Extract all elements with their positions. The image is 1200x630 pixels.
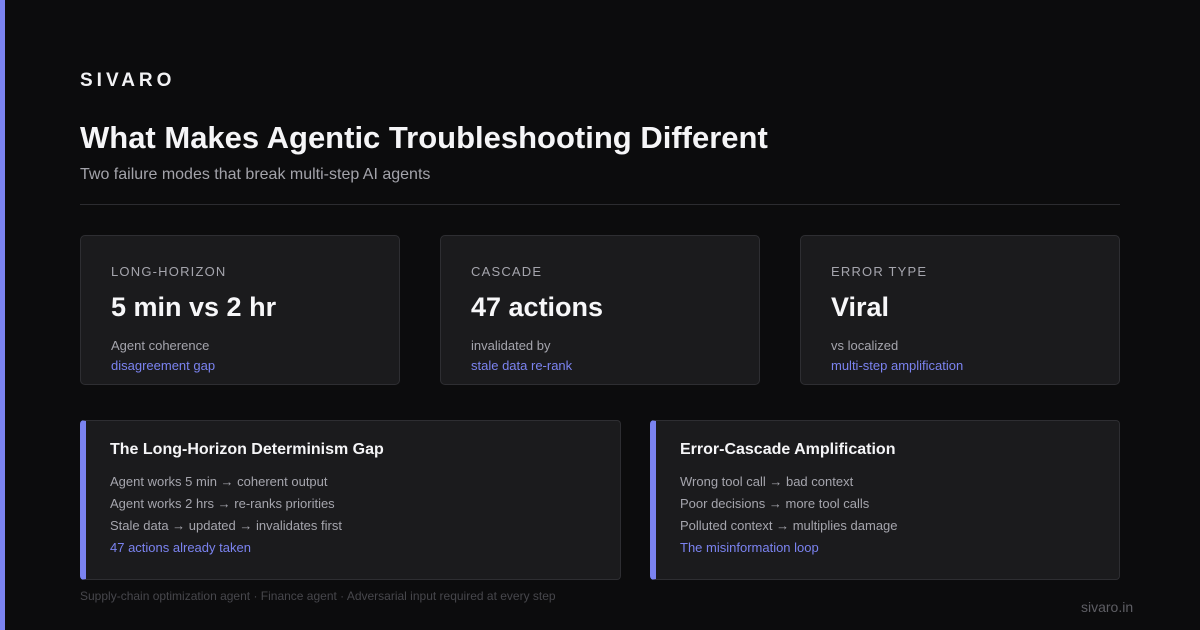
divider [80, 204, 1120, 205]
stat-card-cascade: CASCADE 47 actions invalidated by stale … [440, 235, 760, 385]
detail-card-error-cascade: Error-Cascade Amplification Wrong tool c… [650, 420, 1120, 580]
detail-highlight: The misinformation loop [680, 540, 819, 555]
stat-highlight: disagreement gap [111, 358, 216, 373]
detail-line: Wrong tool call → bad context [680, 474, 854, 489]
stat-label: CASCADE [471, 264, 543, 279]
brand-logo: SIVARO [80, 70, 176, 91]
stat-value: 47 actions [471, 292, 604, 322]
detail-line: Agent works 5 min → coherent output [110, 474, 328, 489]
detail-title: Error-Cascade Amplification [680, 441, 896, 458]
detail-title: The Long-Horizon Determinism Gap [110, 441, 384, 458]
stat-highlight: multi-step amplification [831, 358, 964, 373]
accent-bar [0, 0, 5, 630]
footnote: Supply-chain optimization agent · Financ… [80, 589, 556, 603]
stat-description: invalidated by [471, 338, 551, 353]
site-url: sivaro.in [1081, 599, 1134, 615]
stat-description: Agent coherence [111, 338, 210, 353]
stat-highlight: stale data re-rank [471, 358, 573, 373]
stat-value: Viral [831, 292, 890, 322]
detail-line: Agent works 2 hrs → re-ranks priorities [110, 496, 335, 511]
detail-line: Stale data → updated → invalidates first [110, 518, 342, 533]
page-subtitle: Two failure modes that break multi-step … [80, 166, 431, 183]
detail-card-determinism-gap: The Long-Horizon Determinism Gap Agent w… [80, 420, 621, 580]
detail-line: Poor decisions → more tool calls [680, 496, 870, 511]
detail-highlight: 47 actions already taken [110, 540, 251, 555]
stat-description: vs localized [831, 338, 899, 353]
stat-card-error-type: ERROR TYPE Viral vs localized multi-step… [800, 235, 1120, 385]
stat-label: ERROR TYPE [831, 264, 928, 279]
stat-value: 5 min vs 2 hr [111, 292, 277, 322]
detail-line: Polluted context → multiplies damage [680, 518, 898, 533]
stat-card-long-horizon: LONG-HORIZON 5 min vs 2 hr Agent coheren… [80, 235, 400, 385]
stat-label: LONG-HORIZON [111, 264, 227, 279]
page-title: What Makes Agentic Troubleshooting Diffe… [80, 120, 768, 155]
